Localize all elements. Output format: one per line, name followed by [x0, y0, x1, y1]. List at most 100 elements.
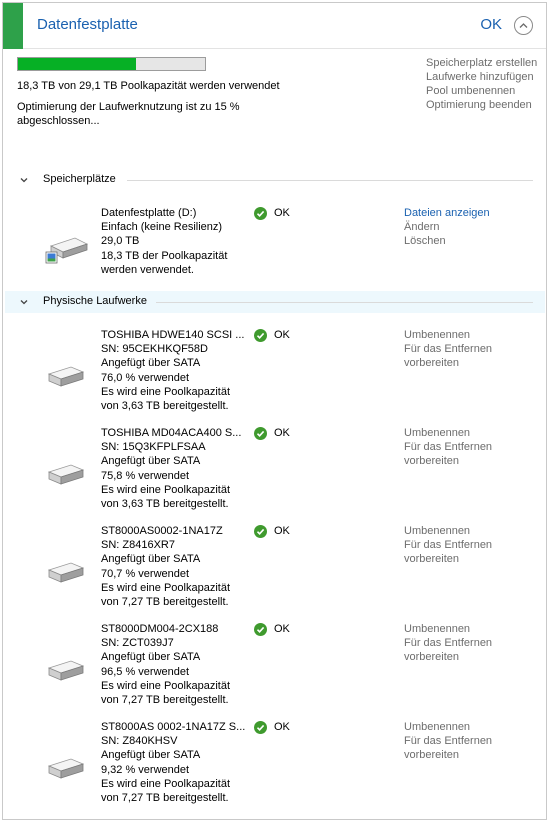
drive-status-text: OK: [274, 525, 290, 537]
view-files-link[interactable]: Dateien anzeigen: [404, 206, 534, 220]
pool-actions: Speicherplatz erstellen Laufwerke hinzuf…: [426, 56, 541, 112]
check-icon: [254, 525, 267, 538]
drive-info: TOSHIBA MD04ACA400 S... SN: 15Q3KFPLFSAA A…: [101, 426, 251, 511]
drive-status-text: OK: [274, 721, 290, 733]
drive-model: ST8000AS 0002-1NA17Z S...: [101, 721, 246, 733]
rename-drive-link[interactable]: Umbenennen: [404, 426, 534, 440]
drive-info: ST8000DM004-2CX188 SN: ZCT039J7 Angefügt ü…: [101, 622, 251, 707]
drive-connection: Angefügt über SATA: [101, 455, 201, 468]
drive-serial: SN: Z8416XR7: [101, 539, 175, 552]
drive-connection: Angefügt über SATA: [101, 749, 201, 762]
drive-capacity-line2: von 7,27 TB bereitgestellt.: [101, 596, 229, 609]
chevron-down-icon: [20, 300, 28, 305]
drive-model: ST8000AS0002-1NA17Z: [101, 525, 223, 537]
drive-connection: Angefügt über SATA: [101, 357, 201, 370]
rename-drive-link[interactable]: Umbenennen: [404, 328, 534, 342]
drive-actions: Umbenennen Für das Entfernen vorbereiten: [404, 720, 534, 763]
space-capacity: 29,0 TB: [101, 235, 140, 248]
check-icon: [254, 329, 267, 342]
section-spaces-label: Speicherplätze: [43, 173, 116, 185]
section-physical-header[interactable]: Physische Laufwerke: [5, 291, 545, 313]
check-icon: [254, 427, 267, 440]
chevron-up-icon: [519, 23, 528, 28]
drive-capacity-line1: Es wird eine Poolkapazität: [101, 777, 231, 790]
prepare-removal-link[interactable]: Für das Entfernen: [404, 538, 534, 552]
space-usage-line1: 18,3 TB der Poolkapazität: [101, 249, 228, 262]
pool-header: Datenfestplatte OK: [23, 3, 546, 49]
change-space-link[interactable]: Ändern: [404, 220, 534, 234]
drive-actions: Umbenennen Für das Entfernen vorbereiten: [404, 622, 534, 665]
space-resiliency: Einfach (keine Resilienz): [101, 221, 223, 234]
check-icon: [254, 207, 267, 220]
section-divider: [156, 302, 533, 303]
drive-usage: 75,8 % verwendet: [101, 469, 190, 482]
drive-model: TOSHIBA HDWE140 SCSI ...: [101, 329, 245, 341]
hard-drive-icon: [47, 366, 85, 387]
drive-info: ST8000AS0002-1NA17Z SN: Z8416XR7 Angefügt …: [101, 524, 251, 609]
drive-serial: SN: ZCT039J7: [101, 637, 174, 650]
pool-status-ok[interactable]: OK: [480, 16, 502, 33]
space-status-text: OK: [274, 207, 290, 219]
drive-serial: SN: Z840KHSV: [101, 735, 178, 748]
space-actions: Dateien anzeigen Ändern Löschen: [404, 206, 534, 249]
prepare-removal-link-cont[interactable]: vorbereiten: [404, 552, 534, 566]
drive-actions: Umbenennen Für das Entfernen vorbereiten: [404, 524, 534, 567]
drive-usage: 76,0 % verwendet: [101, 371, 190, 384]
check-icon: [254, 721, 267, 734]
drive-capacity-line1: Es wird eine Poolkapazität: [101, 483, 231, 496]
status-accent-bar: [3, 3, 23, 49]
drive-status-text: OK: [274, 329, 290, 341]
drive-capacity-line2: von 7,27 TB bereitgestellt.: [101, 694, 229, 707]
prepare-removal-link-cont[interactable]: vorbereiten: [404, 356, 534, 370]
drive-usage: 96,5 % verwendet: [101, 665, 190, 678]
hard-drive-icon: [47, 464, 85, 485]
drive-capacity-line1: Es wird eine Poolkapazität: [101, 385, 231, 398]
drive-usage: 9,32 % verwendet: [101, 763, 190, 776]
space-name: Datenfestplatte (D:): [101, 207, 197, 219]
delete-space-link[interactable]: Löschen: [404, 234, 534, 248]
pool-usage-progress-fill: [18, 58, 136, 70]
drive-status-text: OK: [274, 623, 290, 635]
optimization-status-text: Optimierung der Laufwerknutzung ist zu 1…: [17, 101, 240, 127]
rename-drive-link[interactable]: Umbenennen: [404, 720, 534, 734]
prepare-removal-link[interactable]: Für das Entfernen: [404, 636, 534, 650]
add-drives-link[interactable]: Laufwerke hinzufügen: [426, 70, 541, 84]
drive-capacity-line2: von 3,63 TB bereitgestellt.: [101, 498, 229, 511]
drive-connection: Angefügt über SATA: [101, 553, 201, 566]
collapse-button[interactable]: [514, 16, 533, 35]
drive-capacity-line2: von 3,63 TB bereitgestellt.: [101, 400, 229, 413]
space-usage-line2: werden verwendet.: [101, 263, 194, 276]
drive-usage: 70,7 % verwendet: [101, 567, 190, 580]
drive-capacity-line1: Es wird eine Poolkapazität: [101, 581, 231, 594]
prepare-removal-link-cont[interactable]: vorbereiten: [404, 748, 534, 762]
drive-actions: Umbenennen Für das Entfernen vorbereiten: [404, 426, 534, 469]
drive-serial: SN: 95CEKHKQF58D: [101, 343, 208, 356]
pool-usage-text: 18,3 TB von 29,1 TB Poolkapazität werden…: [17, 80, 280, 92]
drive-connection: Angefügt über SATA: [101, 651, 201, 664]
rename-pool-link[interactable]: Pool umbenennen: [426, 84, 541, 98]
create-space-link[interactable]: Speicherplatz erstellen: [426, 56, 541, 70]
section-spaces-header[interactable]: Speicherplätze: [5, 169, 545, 191]
drive-status-text: OK: [274, 427, 290, 439]
rename-drive-link[interactable]: Umbenennen: [404, 524, 534, 538]
drive-actions: Umbenennen Für das Entfernen vorbereiten: [404, 328, 534, 371]
rename-drive-link[interactable]: Umbenennen: [404, 622, 534, 636]
hard-drive-icon: [47, 660, 85, 681]
storage-pool-panel: Datenfestplatte OK 18,3 TB von 29,1 TB P…: [2, 2, 547, 820]
drive-model: ST8000DM004-2CX188: [101, 623, 219, 635]
drive-capacity-line2: von 7,27 TB bereitgestellt.: [101, 792, 229, 805]
storage-space-info: Datenfestplatte (D:) Einfach (keine Resi…: [101, 206, 251, 277]
section-physical-label: Physische Laufwerke: [43, 295, 147, 307]
stop-optimization-link[interactable]: Optimierung beenden: [426, 98, 541, 112]
prepare-removal-link[interactable]: Für das Entfernen: [404, 342, 534, 356]
hard-drive-icon: [47, 758, 85, 779]
prepare-removal-link[interactable]: Für das Entfernen: [404, 440, 534, 454]
pool-usage-progress: [17, 57, 206, 71]
prepare-removal-link-cont[interactable]: vorbereiten: [404, 454, 534, 468]
prepare-removal-link-cont[interactable]: vorbereiten: [404, 650, 534, 664]
drive-info: TOSHIBA HDWE140 SCSI ... SN: 95CEKHKQF58D…: [101, 328, 251, 413]
prepare-removal-link[interactable]: Für das Entfernen: [404, 734, 534, 748]
section-divider: [127, 180, 533, 181]
storage-space-icon: [45, 237, 89, 264]
chevron-down-icon: [20, 178, 28, 183]
